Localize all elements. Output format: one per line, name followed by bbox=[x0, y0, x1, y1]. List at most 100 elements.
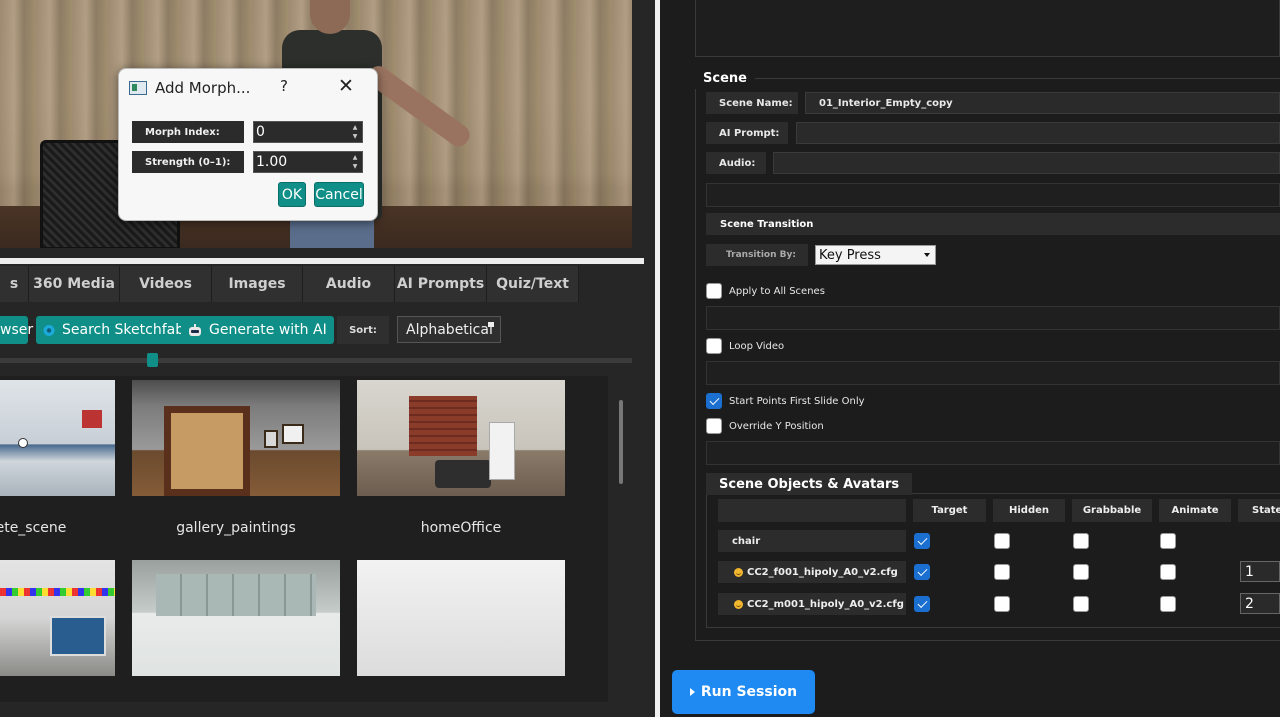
apply-all-scenes-label: Apply to All Scenes bbox=[729, 285, 825, 297]
dialog-title: Add Morph... bbox=[155, 79, 251, 97]
tab-images[interactable]: Images bbox=[212, 266, 303, 302]
spacer-row bbox=[706, 441, 1280, 465]
override-y-row[interactable]: Override Y Position bbox=[706, 417, 824, 435]
audio-label: Audio: bbox=[706, 152, 766, 174]
tab-audio[interactable]: Audio bbox=[303, 266, 395, 302]
hidden-checkbox[interactable] bbox=[994, 596, 1010, 612]
object-name: CC2_f001_hipoly_A0_v2.cfg bbox=[718, 561, 906, 583]
tab-truncated[interactable]: s bbox=[0, 266, 29, 302]
tiled-wall bbox=[156, 574, 316, 616]
scene-properties-panel: Scene Scene Name: 01_Interior_Empty_copy… bbox=[660, 0, 1280, 717]
search-sketchfab-button[interactable]: Search Sketchfab bbox=[36, 316, 192, 344]
override-y-checkbox[interactable] bbox=[706, 418, 722, 434]
scene-thumbnail[interactable] bbox=[357, 380, 565, 496]
strength-input[interactable] bbox=[256, 153, 348, 171]
ok-button[interactable]: OK bbox=[278, 182, 306, 207]
spin-down-icon[interactable]: ▼ bbox=[350, 162, 360, 171]
morph-index-input[interactable] bbox=[256, 123, 348, 141]
spacer-row bbox=[706, 183, 1280, 207]
target-checkbox[interactable] bbox=[914, 533, 930, 549]
grabbable-checkbox[interactable] bbox=[1073, 564, 1089, 580]
loop-video-checkbox[interactable] bbox=[706, 338, 722, 354]
audio-field[interactable] bbox=[773, 152, 1280, 174]
scene-thumbnail[interactable] bbox=[132, 560, 340, 676]
cancel-button[interactable]: Cancel bbox=[314, 182, 364, 207]
scene-label: gallery_paintings bbox=[176, 520, 296, 536]
target-checkbox[interactable] bbox=[914, 596, 930, 612]
column-header-grabbable[interactable]: Grabbable bbox=[1072, 499, 1152, 522]
strength-row: Strength (0–1): ▲ ▼ bbox=[132, 151, 363, 173]
gallery-scrollbar-thumb[interactable] bbox=[619, 400, 623, 484]
ai-prompt-field[interactable] bbox=[796, 122, 1280, 144]
sketchfab-icon bbox=[43, 324, 55, 336]
column-header-state[interactable]: State bbox=[1238, 499, 1280, 522]
start-points-row[interactable]: Start Points First Slide Only bbox=[706, 392, 865, 410]
tab-quiz-text[interactable]: Quiz/Text bbox=[487, 266, 579, 302]
scene-thumbnail[interactable] bbox=[132, 380, 340, 496]
tab-ai-prompts[interactable]: AI Prompts bbox=[395, 266, 487, 302]
apply-all-scenes-row[interactable]: Apply to All Scenes bbox=[706, 282, 825, 300]
play-icon bbox=[689, 688, 695, 696]
top-panel bbox=[695, 0, 1280, 57]
scene-name-field[interactable]: 01_Interior_Empty_copy bbox=[805, 92, 1280, 114]
target-checkbox[interactable] bbox=[914, 564, 930, 580]
grabbable-checkbox[interactable] bbox=[1073, 533, 1089, 549]
transition-by-dropdown[interactable]: Key Press bbox=[815, 245, 936, 265]
column-header-target[interactable]: Target bbox=[913, 499, 986, 522]
object-name-text: CC2_m001_hipoly_A0_v2.cfg bbox=[747, 598, 904, 610]
scene-thumbnail[interactable] bbox=[0, 560, 115, 676]
scene-thumbnail[interactable] bbox=[0, 380, 115, 496]
loop-video-row[interactable]: Loop Video bbox=[706, 337, 784, 355]
grabbable-checkbox[interactable] bbox=[1073, 596, 1089, 612]
help-button[interactable]: ? bbox=[280, 77, 288, 95]
scene-label: homeOffice bbox=[420, 520, 502, 536]
splitter-bar[interactable] bbox=[0, 258, 644, 264]
sort-dropdown[interactable]: Alphabetical bbox=[397, 316, 501, 343]
ai-prompt-label: AI Prompt: bbox=[706, 122, 788, 144]
sort-value: Alphabetical bbox=[406, 321, 493, 338]
strength-spinbox[interactable]: ▲ ▼ bbox=[253, 151, 363, 173]
hidden-checkbox[interactable] bbox=[994, 533, 1010, 549]
animate-checkbox[interactable] bbox=[1160, 564, 1176, 580]
apply-all-scenes-checkbox[interactable] bbox=[706, 283, 722, 299]
door bbox=[489, 422, 515, 480]
board bbox=[50, 616, 106, 656]
object-name-text: CC2_f001_hipoly_A0_v2.cfg bbox=[747, 566, 898, 578]
dropdown-arrow-icon bbox=[488, 322, 494, 327]
state-spinbox[interactable]: 1 bbox=[1240, 561, 1280, 582]
close-icon[interactable]: ✕ bbox=[338, 75, 354, 97]
painting-frame bbox=[164, 406, 250, 496]
brick-wall bbox=[409, 396, 477, 456]
morph-index-spinbox[interactable]: ▲ ▼ bbox=[253, 121, 363, 143]
avatar-smiley-icon bbox=[734, 567, 743, 577]
animate-checkbox[interactable] bbox=[1160, 596, 1176, 612]
column-header-hidden[interactable]: Hidden bbox=[993, 499, 1065, 522]
run-session-button[interactable]: Run Session bbox=[672, 670, 815, 714]
spin-up-icon[interactable]: ▲ bbox=[350, 153, 360, 162]
hidden-checkbox[interactable] bbox=[994, 564, 1010, 580]
spin-down-icon[interactable]: ▼ bbox=[350, 132, 360, 141]
strength-label: Strength (0–1): bbox=[132, 151, 244, 173]
robot-icon bbox=[189, 323, 201, 336]
start-points-checkbox[interactable] bbox=[706, 393, 722, 409]
loop-video-label: Loop Video bbox=[729, 340, 785, 352]
scene-group-title: Scene bbox=[695, 67, 755, 89]
thumbnail-size-slider[interactable] bbox=[0, 358, 632, 363]
tab-360-media[interactable]: 360 Media bbox=[29, 266, 120, 302]
animate-checkbox[interactable] bbox=[1160, 533, 1176, 549]
spin-up-icon[interactable]: ▲ bbox=[350, 123, 360, 132]
scene-thumbnail[interactable] bbox=[357, 560, 565, 676]
tab-videos[interactable]: Videos bbox=[120, 266, 212, 302]
generate-with-ai-label: Generate with AI bbox=[209, 322, 327, 338]
browser-button[interactable]: wser bbox=[0, 316, 33, 344]
state-spinbox[interactable]: 2 bbox=[1240, 593, 1280, 614]
generate-with-ai-button[interactable]: Generate with AI bbox=[181, 316, 334, 344]
scene-transition-title: Scene Transition bbox=[706, 213, 1280, 235]
spacer-row bbox=[706, 306, 1280, 330]
object-name: CC2_m001_hipoly_A0_v2.cfg bbox=[718, 593, 906, 615]
slider-handle[interactable] bbox=[147, 353, 158, 367]
morph-index-label: Morph Index: bbox=[132, 121, 244, 143]
scene-label: ete_scene bbox=[0, 520, 67, 536]
column-header-animate[interactable]: Animate bbox=[1159, 499, 1231, 522]
object-name-text: chair bbox=[732, 535, 761, 547]
